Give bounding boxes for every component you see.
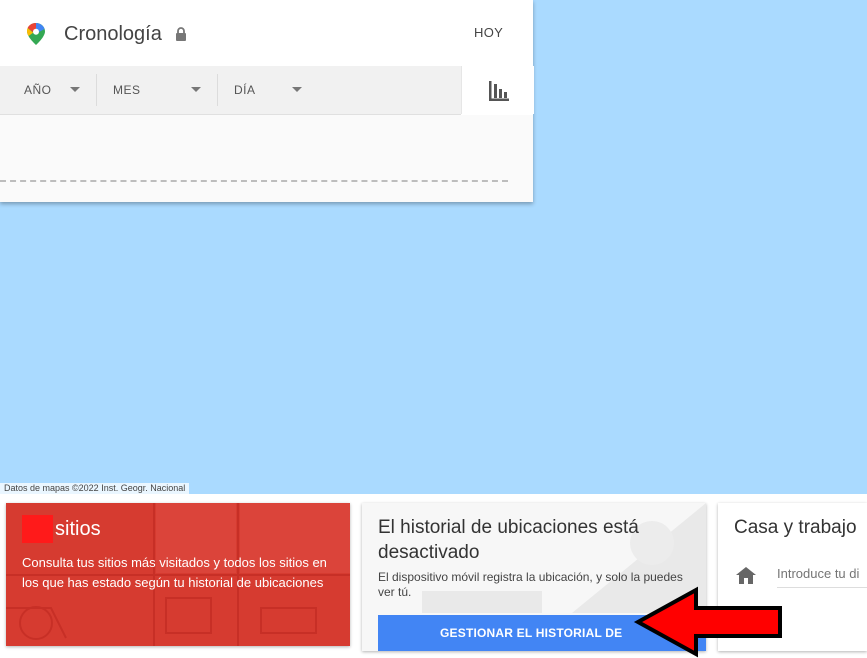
- places-card[interactable]: sitios Consulta tus sitios más visitados…: [6, 503, 350, 646]
- page-title: Cronología: [64, 23, 162, 45]
- chart-button[interactable]: [461, 66, 534, 114]
- lock-icon: [176, 27, 186, 41]
- home-icon: [736, 567, 756, 584]
- places-card-description: Consulta tus sitios más visitados y todo…: [22, 555, 327, 590]
- today-button[interactable]: HOY: [474, 24, 503, 42]
- chevron-down-icon: [292, 87, 302, 92]
- maps-pin-icon: [27, 23, 45, 45]
- date-toolbar: AÑO MES DÍA: [0, 66, 461, 115]
- history-card-title: El historial de ubicaciones está desacti…: [378, 517, 639, 563]
- chevron-down-icon: [191, 87, 201, 92]
- year-dropdown[interactable]: AÑO: [24, 66, 96, 114]
- day-dropdown[interactable]: DÍA: [234, 66, 324, 114]
- bar-chart-icon: [489, 81, 509, 101]
- divider: [96, 74, 97, 106]
- places-card-title: sitios: [55, 518, 101, 540]
- year-dropdown-label: AÑO: [24, 83, 52, 97]
- chevron-down-icon: [70, 87, 80, 92]
- day-dropdown-label: DÍA: [234, 83, 256, 97]
- month-dropdown-label: MES: [113, 83, 141, 97]
- timeline-track: [0, 115, 533, 202]
- timeline-dashed-line: [0, 180, 508, 182]
- home-work-title: Casa y trabajo: [734, 517, 857, 538]
- places-badge: [22, 515, 53, 543]
- annotation-arrow-icon: [633, 586, 782, 658]
- divider: [217, 74, 218, 106]
- timeline-header: Cronología HOY: [0, 0, 533, 66]
- home-address-input[interactable]: [777, 559, 867, 588]
- map-attribution: Datos de mapas ©2022 Inst. Geogr. Nacion…: [0, 483, 190, 494]
- timeline-panel: Cronología HOY AÑO MES DÍA: [0, 0, 534, 202]
- month-dropdown[interactable]: MES: [113, 66, 217, 114]
